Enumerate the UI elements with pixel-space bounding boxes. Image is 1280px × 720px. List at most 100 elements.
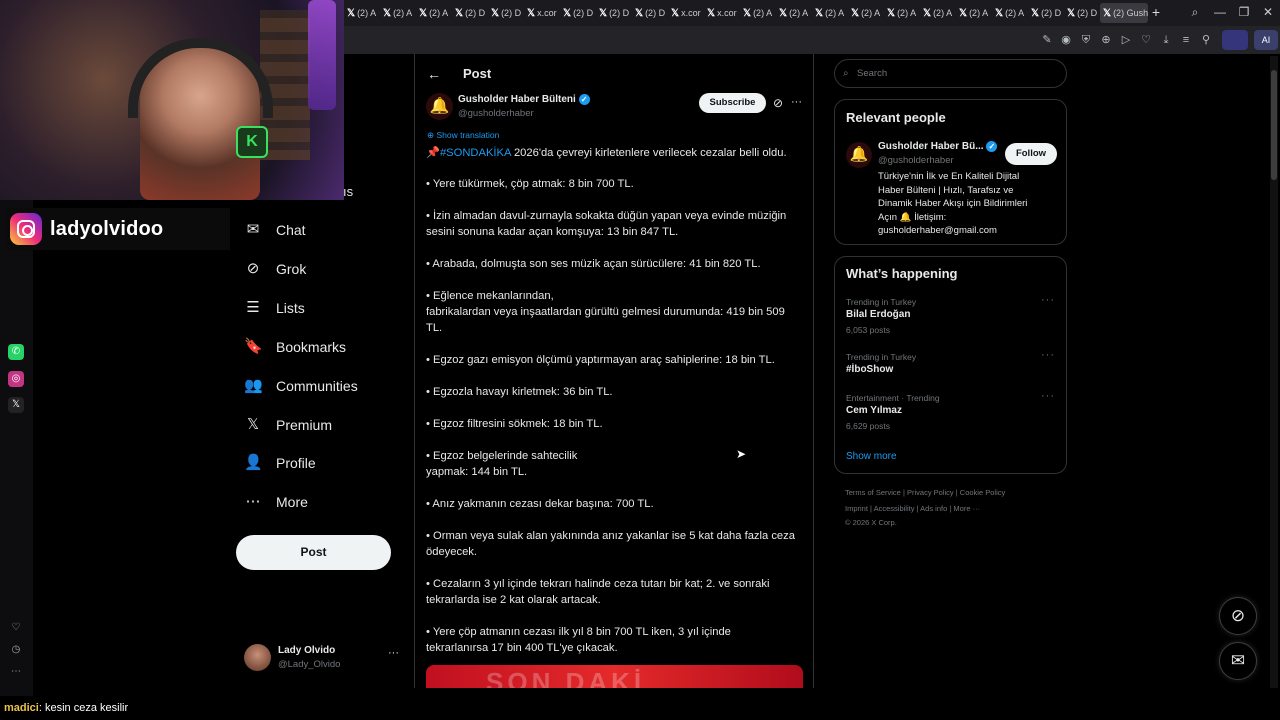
edit-icon[interactable]: ✎	[1040, 33, 1054, 47]
browser-tab[interactable]: 𝕏 (2) A	[992, 3, 1026, 23]
nav-item-profile[interactable]: 👤 Profile	[244, 449, 316, 477]
grok-fab-icon[interactable]: ⊘	[1219, 597, 1257, 635]
trend-name[interactable]: Cem Yılmaz	[846, 405, 902, 416]
nav-item-label: Bookmarks	[276, 339, 347, 355]
trend-more-icon[interactable]: ···	[1041, 390, 1055, 402]
instagram-logo-icon	[10, 213, 42, 245]
tab-label: (2) A	[357, 8, 377, 18]
footer-link[interactable]: More ···	[953, 504, 980, 513]
post-line: • Yere çöp atmanın cezası ilk yıl 8 bin …	[426, 626, 731, 638]
back-arrow-icon[interactable]: ←	[427, 66, 441, 82]
browser-tab[interactable]: 𝕏 (2) D	[632, 3, 666, 23]
post-more-icon[interactable]: ···	[791, 96, 802, 108]
footer-link[interactable]: Terms of Service	[845, 488, 901, 497]
browser-tab[interactable]: 𝕏 (2) A	[740, 3, 774, 23]
post-line: • Egzozla havayı kirletmek: 36 bin TL.	[426, 386, 613, 398]
subscribe-button[interactable]: Subscribe	[699, 93, 766, 113]
close-window-button[interactable]: ✕	[1260, 5, 1276, 19]
browser-tab[interactable]: 𝕏 (2) A	[380, 3, 414, 23]
browser-tab[interactable]: 𝕏(2) Gusho	[1100, 3, 1148, 23]
browser-tab[interactable]: 𝕏 (2) A	[812, 3, 846, 23]
browser-tab[interactable]: 𝕏 (2) D	[560, 3, 594, 23]
account-more-icon[interactable]: ···	[388, 647, 399, 659]
footer-link[interactable]: Imprint	[845, 504, 868, 513]
trend-name[interactable]: Bilal Erdoğan	[846, 309, 910, 320]
camera-icon[interactable]: ◉	[1059, 33, 1073, 47]
person-handle[interactable]: @gusholderhaber	[878, 155, 954, 166]
messages-fab-icon[interactable]: ✉	[1219, 642, 1257, 680]
browser-tab[interactable]: 𝕏 (2) A	[344, 3, 378, 23]
show-more-link[interactable]: Show more	[846, 451, 897, 462]
history-icon[interactable]: ◷	[8, 642, 24, 658]
browser-tab[interactable]: 𝕏 (2) A	[848, 3, 882, 23]
browser-tab[interactable]: 𝕏 (2) D	[452, 3, 486, 23]
browser-tab[interactable]: 𝕏x.cor	[704, 3, 738, 23]
author-handle[interactable]: @gusholderhaber	[458, 108, 534, 119]
trend-more-icon[interactable]: ···	[1041, 294, 1055, 306]
x-icon: 𝕏	[383, 7, 392, 19]
account-switcher[interactable]: Lady Olvido @Lady_Olvido ···	[244, 644, 404, 674]
menu-icon[interactable]: ≡	[1179, 33, 1193, 47]
shield-icon[interactable]: ⛨	[1079, 33, 1093, 47]
follow-button[interactable]: Follow	[1005, 143, 1057, 165]
browser-tab[interactable]: 𝕏 (2) D	[1028, 3, 1062, 23]
restore-button[interactable]: ❐	[1236, 5, 1252, 19]
person-name-row[interactable]: Gusholder Haber Bü... ✓	[878, 141, 998, 152]
instagram-icon[interactable]: ◎	[8, 371, 24, 387]
browser-tab[interactable]: 𝕏 (2) D	[1064, 3, 1098, 23]
author-name-row[interactable]: Gusholder Haber Bülteni ✓	[458, 94, 590, 105]
nav-item-communities[interactable]: 👥 Communities	[244, 372, 358, 400]
trend-more-icon[interactable]: ···	[1041, 349, 1055, 361]
show-translation-link[interactable]: ⊕ Show translation	[427, 130, 499, 141]
nav-item-premium[interactable]: 𝕏 Premium	[244, 411, 332, 439]
browser-tab[interactable]: 𝕏x.cor	[524, 3, 558, 23]
browser-tab[interactable]: 𝕏 (2) A	[776, 3, 810, 23]
footer-link[interactable]: Cookie Policy	[960, 488, 1005, 497]
x-icon[interactable]: 𝕏	[8, 397, 24, 413]
footer-link[interactable]: Ads info	[920, 504, 947, 513]
author-name[interactable]: Gusholder Haber Bülteni	[458, 94, 576, 105]
nav-item-chat[interactable]: ✉ Chat	[244, 216, 306, 244]
x-icon: 𝕏	[887, 7, 896, 19]
footer-links-2: Imprint | Accessibility | Ads info | Mor…	[845, 504, 980, 513]
nav-item-more[interactable]: ⋯ More	[244, 488, 308, 516]
post-image[interactable]: SON DAKİ	[426, 665, 803, 688]
author-bell-icon[interactable]: 🔔	[426, 93, 453, 120]
play-icon[interactable]: ▷	[1119, 33, 1133, 47]
post-line: 2026'da çevreyi kirletenlere verilecek c…	[513, 147, 787, 159]
nav-item-grok[interactable]: ⊘ Grok	[244, 255, 307, 283]
person-avatar-icon[interactable]: 🔔	[846, 142, 872, 168]
grok-icon[interactable]: ⊘	[773, 96, 783, 110]
search-tabs-icon[interactable]: ⌕	[1187, 5, 1203, 20]
browser-tab[interactable]: 𝕏 (2) A	[416, 3, 450, 23]
minimize-button[interactable]: —	[1212, 5, 1228, 19]
nav-item-lists[interactable]: ☰ Lists	[244, 294, 305, 322]
download-icon[interactable]: ⤓	[1159, 33, 1173, 47]
heart-icon[interactable]: ♡	[8, 620, 24, 636]
browser-tab[interactable]: 𝕏 (2) A	[884, 3, 918, 23]
browser-tab[interactable]: 𝕏 (2) D	[488, 3, 522, 23]
new-tab-button[interactable]: +	[1147, 4, 1165, 22]
extension-button[interactable]	[1222, 30, 1248, 50]
ai-button[interactable]: AI	[1254, 30, 1278, 50]
more-icon: ⋯	[245, 493, 261, 510]
whatsapp-icon[interactable]: ✆	[8, 344, 24, 360]
nav-item-bookmarks[interactable]: 🔖 Bookmarks	[244, 333, 346, 361]
trend-name[interactable]: #İboShow	[846, 364, 893, 375]
scrollbar[interactable]	[1270, 56, 1278, 688]
post-button[interactable]: Post	[236, 535, 391, 570]
tab-label: (2) D	[645, 8, 666, 18]
footer-link[interactable]: Privacy Policy	[907, 488, 954, 497]
heart-icon[interactable]: ♡	[1139, 33, 1153, 47]
more-icon[interactable]: ⋯	[8, 664, 24, 680]
avatar	[244, 644, 271, 671]
footer-link[interactable]: Accessibility	[874, 504, 915, 513]
search-input[interactable]: ⌕ Search	[834, 59, 1067, 88]
browser-tab[interactable]: 𝕏x.cor	[668, 3, 702, 23]
browser-tab[interactable]: 𝕏 (2) A	[956, 3, 990, 23]
browser-tab[interactable]: 𝕏 (2) A	[920, 3, 954, 23]
translate-icon[interactable]: ⊕	[1099, 33, 1113, 47]
browser-tab[interactable]: 𝕏 (2) D	[596, 3, 630, 23]
hashtag-link[interactable]: #SONDAKİKA	[440, 147, 511, 159]
account-icon[interactable]: ⚲	[1199, 33, 1213, 47]
